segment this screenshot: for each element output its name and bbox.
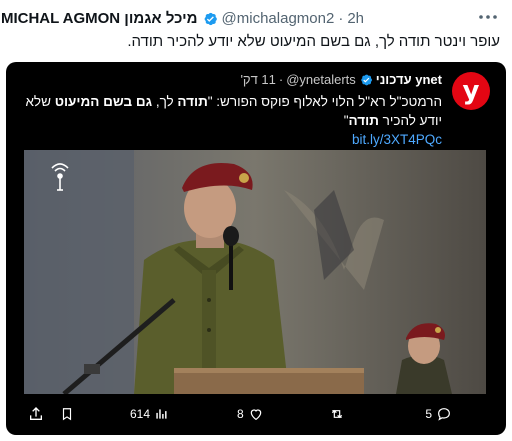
embed-text-bold-2: גם בשם המיעוט: [54, 94, 153, 109]
verified-badge-icon: [204, 12, 217, 25]
bookmark-button[interactable]: [60, 403, 74, 425]
embedded-photo[interactable]: [24, 150, 486, 394]
embed-link[interactable]: bit.ly/3XT4PQc: [352, 132, 442, 147]
author-display-name[interactable]: MICHAL AGMON מיכל אגמון: [1, 10, 198, 27]
embed-separator-dot: ·: [278, 72, 284, 87]
embedded-tweet-card[interactable]: y ynet עדכוני @ynetalerts · 11 דק' הרמטכ…: [6, 62, 506, 435]
action-bar: 5 8 614: [12, 403, 500, 425]
embed-header: y ynet עדכוני @ynetalerts · 11 דק' הרמטכ…: [18, 70, 494, 147]
reply-count: 5: [425, 407, 432, 421]
like-button[interactable]: 8: [237, 403, 264, 425]
reply-icon: [438, 408, 450, 421]
repost-button[interactable]: [328, 403, 350, 425]
author-line: MICHAL AGMON מיכל אגמון @michalagmon2 · …: [1, 10, 364, 27]
views-button[interactable]: 614: [130, 403, 168, 425]
heart-icon: [250, 409, 261, 421]
embed-handle[interactable]: @ynetalerts: [286, 72, 356, 87]
embed-text-bold-1: תודה: [177, 94, 208, 109]
like-count: 8: [237, 407, 244, 421]
views-count: 614: [130, 407, 151, 421]
ynet-logo-avatar[interactable]: y: [452, 72, 490, 110]
analytics-icon: [156, 409, 167, 419]
more-options-icon[interactable]: [478, 8, 498, 26]
author-handle[interactable]: @michalagmon2: [222, 10, 335, 27]
reply-button[interactable]: 5: [425, 403, 452, 425]
embed-text-bold-3: תודה: [348, 113, 379, 128]
share-button[interactable]: [28, 403, 44, 425]
tweet-text: עופר וינטר תודה לך, גם בשם המיעוט שלא יו…: [127, 33, 500, 50]
embed-time: 11 דק': [240, 72, 276, 87]
share-icon: [30, 407, 42, 420]
tweet-time[interactable]: 2h: [347, 10, 364, 27]
embed-text: הרמטכ"ל רא"ל הלוי לאלוף פוקס הפורש: "תוד…: [22, 92, 442, 149]
bookmark-icon: [62, 408, 72, 421]
embed-author-line: ynet עדכוני @ynetalerts · 11 דק': [240, 72, 442, 87]
embed-text-mid: לך,: [152, 94, 178, 109]
embed-author-name[interactable]: ynet עדכוני: [376, 72, 442, 87]
repost-icon: [331, 409, 343, 419]
embed-verified-badge-icon: [361, 74, 372, 85]
embed-text-prefix: הרמטכ"ל רא"ל הלוי לאלוף פוקס הפורש: ": [207, 94, 442, 109]
separator-dot: ·: [338, 10, 344, 27]
tweet-header: MICHAL AGMON מיכל אגמון @michalagmon2 · …: [0, 6, 512, 30]
